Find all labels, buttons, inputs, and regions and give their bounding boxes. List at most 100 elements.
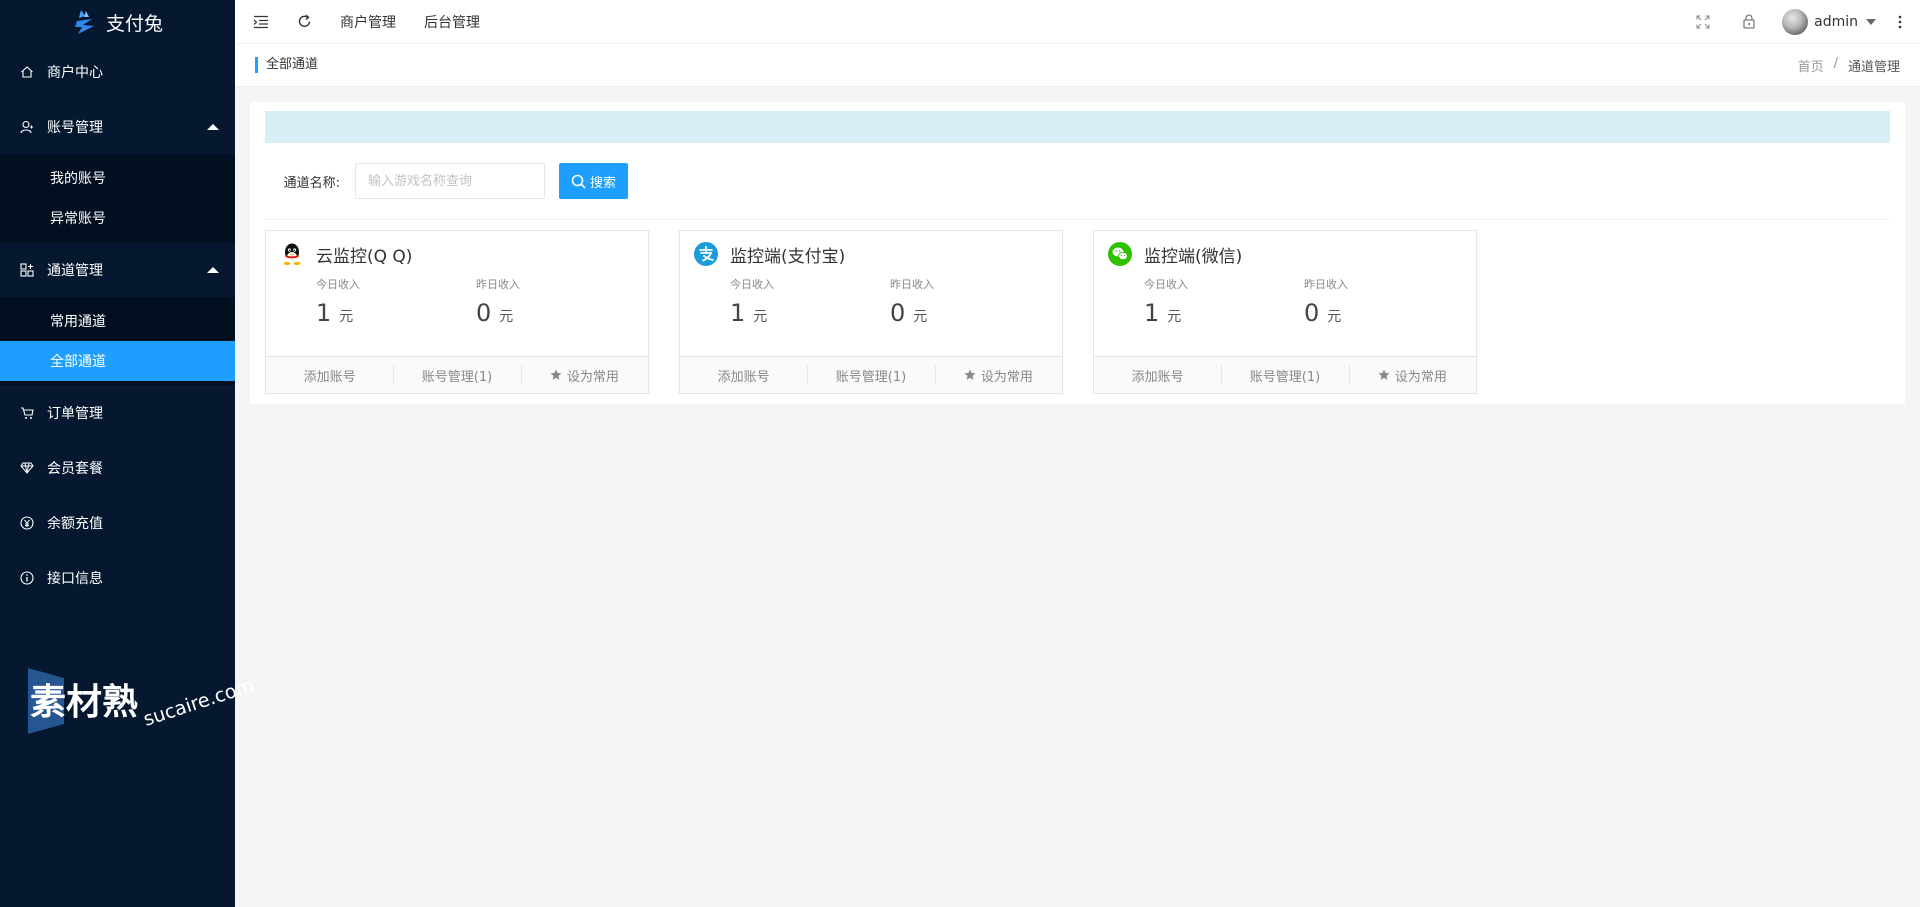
card-header: 监控端(微信) [1094, 231, 1476, 277]
sidebar-item-all-channel[interactable]: 全部通道 [0, 341, 235, 381]
stat-unit: 元 [1327, 309, 1342, 325]
menu-toggle-button[interactable] [235, 0, 283, 44]
manage-accounts-button[interactable]: 账号管理(1) [807, 357, 934, 393]
stat-value: 1元 [1144, 299, 1304, 327]
card-actions: 添加账号 账号管理(1) 设为常用 [1094, 356, 1476, 393]
stat-label: 今日收入 [730, 278, 774, 291]
lock-screen-button[interactable] [1726, 0, 1772, 44]
sidebar-item-my-account[interactable]: 我的账号 [0, 158, 235, 198]
search-button-label: 搜索 [589, 175, 616, 191]
channel-submenu: 常用通道 全部通道 [0, 297, 235, 385]
watermark-logo: 素材熟 sucaire.com [28, 668, 257, 734]
yen-icon [20, 515, 34, 530]
sidebar-item-label: 会员套餐 [47, 460, 103, 477]
main-panel: 通道名称: 搜索 [250, 102, 1905, 404]
sidebar-item-label: 订单管理 [47, 405, 103, 422]
manage-accounts-button[interactable]: 账号管理(1) [1221, 357, 1348, 393]
sidebar-group-account[interactable]: 账号管理 [0, 99, 235, 154]
action-label: 添加账号 [1131, 369, 1184, 385]
add-account-button[interactable]: 添加账号 [1094, 357, 1221, 393]
stat-label: 昨日收入 [476, 278, 520, 291]
today-income: 今日收入 1元 [316, 277, 476, 327]
sidebar-item-recharge[interactable]: 余额充值 [0, 495, 235, 550]
channel-title: 云监控(Q Q) [316, 246, 413, 267]
sidebar-group-channel[interactable]: 通道管理 [0, 242, 235, 297]
stat-number: 0 [1304, 299, 1320, 327]
qq-icon [280, 242, 304, 266]
yesterday-income: 昨日收入 0元 [476, 277, 636, 327]
card-stats: 今日收入 1元 昨日收入 0元 [1094, 277, 1476, 327]
sidebar-item-label: 接口信息 [47, 570, 103, 587]
card-actions: 添加账号 账号管理(1) 设为常用 [680, 356, 1062, 393]
fullscreen-button[interactable] [1680, 0, 1726, 44]
add-account-button[interactable]: 添加账号 [266, 357, 393, 393]
divider [265, 219, 1890, 220]
notice-bar [265, 111, 1890, 143]
account-submenu: 我的账号 异常账号 [0, 154, 235, 242]
sidebar-group-label: 通道管理 [47, 262, 103, 279]
channel-card-qq: 云监控(Q Q) 今日收入 1元 昨日收入 0元 添加账号 账号管理(1) 设为… [265, 230, 649, 394]
set-favorite-button[interactable]: 设为常用 [934, 357, 1062, 393]
stat-unit: 元 [499, 309, 514, 325]
card-stats: 今日收入 1元 昨日收入 0元 [680, 277, 1062, 327]
caret-down-icon [1866, 18, 1876, 25]
stat-number: 1 [730, 299, 746, 327]
chevron-up-icon [207, 123, 219, 130]
sidebar-item-orders[interactable]: 订单管理 [0, 385, 235, 440]
today-income: 今日收入 1元 [1144, 277, 1304, 327]
rabbit-logo-icon [74, 10, 94, 34]
user-menu[interactable]: admin [1772, 0, 1886, 44]
sidebar: 支付兔 商户中心 账号管理 我的账号 异常账号 通道管理 常用通道 全部通道 订… [0, 0, 235, 907]
sidebar-item-api[interactable]: 接口信息 [0, 550, 235, 605]
stat-number: 1 [316, 299, 332, 327]
card-header: 云监控(Q Q) [266, 231, 648, 277]
more-vertical-icon [1898, 15, 1902, 28]
watermark-text-en: sucaire.com [141, 674, 257, 730]
stat-number: 0 [890, 299, 906, 327]
set-favorite-button[interactable]: 设为常用 [520, 357, 648, 393]
refresh-button[interactable] [283, 0, 326, 44]
sidebar-item-abnormal-account[interactable]: 异常账号 [0, 198, 235, 238]
yesterday-income: 昨日收入 0元 [1304, 277, 1464, 327]
search-form: 通道名称: 搜索 [265, 163, 628, 199]
more-button[interactable] [1886, 0, 1914, 44]
action-label: 添加账号 [717, 369, 770, 385]
yesterday-income: 昨日收入 0元 [890, 277, 1050, 327]
stat-unit: 元 [1167, 309, 1182, 325]
sidebar-item-membership[interactable]: 会员套餐 [0, 440, 235, 495]
channel-list: 云监控(Q Q) 今日收入 1元 昨日收入 0元 添加账号 账号管理(1) 设为… [265, 230, 1477, 394]
user-icon [20, 120, 34, 134]
stat-value: 0元 [476, 299, 636, 327]
action-label: 添加账号 [303, 369, 356, 385]
info-icon [20, 570, 34, 585]
channel-title: 监控端(微信) [1144, 246, 1243, 267]
nav-merchant-manage[interactable]: 商户管理 [326, 0, 410, 44]
stat-label: 昨日收入 [1304, 278, 1348, 291]
star-icon [1378, 369, 1390, 380]
app-name: 支付兔 [105, 12, 163, 35]
manage-accounts-button[interactable]: 账号管理(1) [393, 357, 520, 393]
add-account-button[interactable]: 添加账号 [680, 357, 807, 393]
sidebar-item-label: 余额充值 [47, 515, 103, 532]
app-logo[interactable]: 支付兔 [0, 0, 235, 44]
search-input[interactable] [355, 163, 545, 199]
stat-label: 今日收入 [1144, 278, 1188, 291]
sidebar-item-home[interactable]: 商户中心 [0, 44, 235, 99]
sidebar-item-common-channel[interactable]: 常用通道 [0, 301, 235, 341]
breadcrumb: 首页 / 通道管理 [1798, 56, 1900, 75]
set-favorite-button[interactable]: 设为常用 [1348, 357, 1476, 393]
watermark-text-cn: 素材熟 [30, 682, 138, 723]
search-label: 通道名称: [283, 175, 340, 191]
alipay-icon [694, 242, 718, 266]
breadcrumb-home[interactable]: 首页 [1798, 56, 1824, 75]
action-label: 设为常用 [566, 369, 619, 385]
top-header: 商户管理 后台管理 admin [235, 0, 1920, 44]
home-icon [20, 65, 34, 79]
stat-unit: 元 [753, 309, 768, 325]
page-title: 全部通道 [255, 57, 318, 73]
nav-admin-manage[interactable]: 后台管理 [410, 0, 494, 44]
action-label: 设为常用 [1394, 369, 1447, 385]
card-header: 监控端(支付宝) [680, 231, 1062, 277]
stat-label: 昨日收入 [890, 278, 934, 291]
search-button[interactable]: 搜索 [559, 163, 628, 199]
